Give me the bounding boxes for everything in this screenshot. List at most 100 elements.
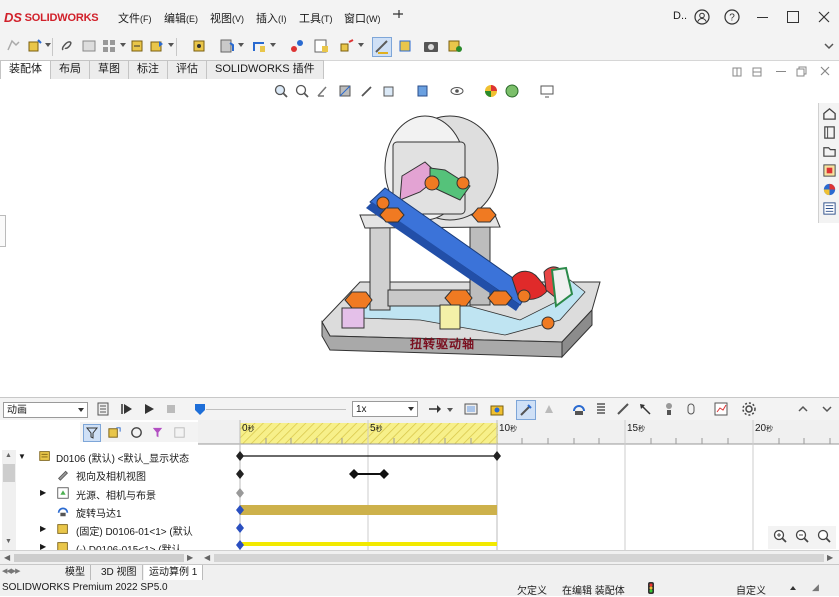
scroll-thumb[interactable] bbox=[3, 464, 15, 482]
exploded-view-icon[interactable] bbox=[338, 37, 356, 55]
smart-fasteners-icon[interactable] bbox=[128, 37, 146, 55]
study-type-select[interactable]: 动画 bbox=[3, 402, 88, 418]
new-part-icon[interactable] bbox=[4, 37, 22, 55]
display-style-icon[interactable] bbox=[414, 82, 432, 100]
collapse-arrow-icon[interactable]: ▼ bbox=[18, 452, 26, 461]
viewport-minimize-icon[interactable] bbox=[776, 71, 786, 72]
spring-icon[interactable] bbox=[592, 400, 610, 418]
animation-wizard-icon[interactable] bbox=[488, 400, 506, 418]
timeline-scroll-right-icon[interactable]: ▶ bbox=[827, 553, 833, 562]
tab-motion-study-1[interactable]: 运动算例 1 bbox=[144, 565, 204, 580]
menu-edit[interactable]: 编辑(E) bbox=[164, 10, 198, 26]
scroll-left-icon[interactable]: ◀ bbox=[4, 553, 10, 562]
filter-animated-icon[interactable] bbox=[83, 424, 101, 442]
design-library-icon[interactable] bbox=[821, 124, 838, 141]
menu-view[interactable]: 视图(V) bbox=[210, 10, 244, 26]
new-motion-study-icon[interactable] bbox=[288, 37, 306, 55]
mate-icon[interactable] bbox=[58, 37, 76, 55]
user-name[interactable]: D.. bbox=[673, 10, 687, 22]
file-explorer-icon[interactable] bbox=[821, 143, 838, 160]
viewport-split-icon[interactable] bbox=[752, 67, 762, 80]
dynamic-annotation-icon[interactable] bbox=[358, 82, 376, 100]
motor-icon[interactable] bbox=[570, 400, 588, 418]
tree-item-rotary-motor[interactable]: 旋转马达1 bbox=[0, 502, 198, 520]
rebuild-indicator-icon[interactable] bbox=[647, 582, 655, 597]
view-orientation-icon[interactable] bbox=[380, 82, 398, 100]
tab-nav-arrows-icon[interactable]: ◀◀▶▶ bbox=[2, 567, 21, 575]
timeline-hscroll-thumb[interactable] bbox=[214, 554, 824, 562]
collapse-motion-manager-icon[interactable] bbox=[794, 400, 812, 418]
tab-assembly[interactable]: 装配体 bbox=[0, 60, 51, 79]
zoom-out-icon[interactable] bbox=[794, 528, 810, 547]
help-icon[interactable]: ? bbox=[720, 5, 744, 29]
collapse-tree-icon[interactable] bbox=[172, 425, 187, 443]
pin-icon[interactable] bbox=[392, 8, 404, 23]
tree-item-component-015[interactable]: ▶ (-) D0106-015<1> (默认 bbox=[0, 538, 198, 550]
bill-of-materials-icon[interactable] bbox=[312, 37, 330, 55]
feature-manager-flyout-handle[interactable] bbox=[0, 215, 6, 247]
viewport-restore-icon[interactable] bbox=[796, 66, 807, 80]
tab-model[interactable]: 模型 bbox=[60, 565, 91, 580]
view-settings-icon[interactable] bbox=[538, 82, 556, 100]
close-icon[interactable] bbox=[812, 5, 836, 29]
show-hidden-icon[interactable] bbox=[190, 37, 208, 55]
minimize-icon[interactable] bbox=[750, 5, 774, 29]
expand-motion-manager-icon[interactable] bbox=[818, 400, 836, 418]
tab-markup[interactable]: 标注 bbox=[128, 60, 168, 79]
tree-item-root[interactable]: ▼ D0106 (默认) <默认_显示状态 bbox=[0, 447, 198, 465]
graphics-area[interactable]: 扭转驱动轴 bbox=[0, 79, 818, 396]
autokey-icon[interactable] bbox=[516, 400, 536, 420]
view-palette-icon[interactable] bbox=[821, 162, 838, 179]
zoom-area-icon[interactable] bbox=[293, 82, 311, 100]
edit-appearance-icon[interactable] bbox=[482, 82, 500, 100]
toolbar-options-icon[interactable] bbox=[820, 37, 838, 55]
user-icon[interactable] bbox=[690, 5, 714, 29]
tree-item-component-01[interactable]: ▶ (固定) D0106-01<1> (默认 bbox=[0, 520, 198, 538]
maximize-icon[interactable] bbox=[781, 5, 805, 29]
linear-pattern-icon[interactable] bbox=[100, 37, 118, 55]
save-animation-icon[interactable] bbox=[462, 400, 480, 418]
tree-hscroll-thumb[interactable] bbox=[14, 554, 184, 562]
zoom-to-fit-icon[interactable] bbox=[272, 82, 290, 100]
expand-arrow-icon[interactable]: ▶ bbox=[40, 524, 46, 533]
assembly-features-icon[interactable] bbox=[218, 37, 236, 55]
motion-study-properties-icon[interactable] bbox=[740, 400, 758, 418]
tree-item-lights-scene[interactable]: ▶ 光源、相机与布景 bbox=[0, 484, 198, 502]
add-update-key-icon[interactable] bbox=[540, 400, 558, 418]
menu-tools[interactable]: 工具(T) bbox=[299, 10, 333, 26]
zoom-in-icon[interactable] bbox=[772, 528, 788, 547]
damper-icon[interactable] bbox=[614, 400, 632, 418]
large-assembly-icon[interactable] bbox=[446, 37, 464, 55]
move-component-icon[interactable] bbox=[148, 37, 166, 55]
scroll-up-icon[interactable]: ▲ bbox=[5, 452, 12, 459]
timeline-hscrollbar[interactable]: ◀ ▶ ◀ ▶ bbox=[0, 550, 839, 565]
menu-file[interactable]: 文件(F) bbox=[118, 10, 152, 26]
tab-layout[interactable]: 布局 bbox=[50, 60, 90, 79]
tab-3d-view[interactable]: 3D 视图 bbox=[96, 565, 143, 580]
playback-mode-icon[interactable] bbox=[426, 400, 444, 418]
scroll-right-icon[interactable]: ▶ bbox=[187, 553, 193, 562]
insert-component-icon[interactable] bbox=[26, 37, 44, 55]
playback-slider-thumb[interactable] bbox=[194, 403, 206, 415]
apply-scene-icon[interactable] bbox=[503, 82, 521, 100]
update-speedpak-icon[interactable] bbox=[396, 37, 414, 55]
results-plots-icon[interactable] bbox=[712, 400, 730, 418]
calculate-icon[interactable] bbox=[94, 400, 112, 418]
hide-show-items-icon[interactable] bbox=[448, 82, 466, 100]
viewport-close-icon[interactable] bbox=[820, 66, 830, 79]
stop-icon[interactable] bbox=[162, 400, 180, 418]
custom-properties-icon[interactable] bbox=[821, 200, 838, 217]
zoom-fit-icon[interactable] bbox=[816, 528, 832, 547]
play-icon[interactable] bbox=[140, 400, 158, 418]
tab-evaluate[interactable]: 评估 bbox=[167, 60, 207, 79]
tab-solidworks-addins[interactable]: SOLIDWORKS 插件 bbox=[206, 60, 324, 79]
scroll-down-icon[interactable]: ▼ bbox=[5, 538, 12, 545]
expand-arrow-icon[interactable]: ▶ bbox=[40, 488, 46, 497]
timeline-scroll-left-icon[interactable]: ◀ bbox=[204, 553, 210, 562]
viewport-tile-icon[interactable] bbox=[732, 67, 742, 80]
filter-driving-icon[interactable] bbox=[107, 425, 122, 443]
resize-grip-icon[interactable]: ◢ bbox=[812, 582, 819, 593]
playback-speed-select[interactable]: 1x bbox=[352, 401, 418, 417]
snapshot-icon[interactable] bbox=[422, 37, 440, 55]
filter-results-icon[interactable] bbox=[150, 425, 165, 443]
